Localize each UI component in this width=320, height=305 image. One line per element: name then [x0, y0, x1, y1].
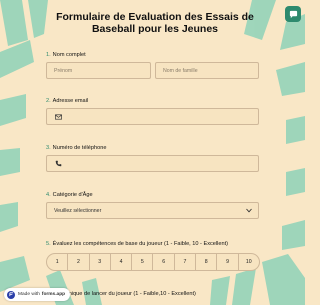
badge-brand: forms.app — [41, 292, 66, 297]
age-category-select[interactable]: Veuillez sélectionner — [46, 202, 259, 219]
question-text: Numéro de téléphone — [52, 145, 107, 151]
forms-app-logo — [7, 290, 15, 299]
rating-option-1[interactable]: 1 — [47, 254, 69, 270]
form-title: Formulaire de Evaluation des Essais de B… — [56, 11, 254, 35]
question-1-label: 1. Nom complet — [46, 52, 86, 58]
question-number: 3. — [46, 145, 51, 151]
phone-icon — [54, 160, 62, 168]
question-2-label: 2. Adresse email — [46, 98, 88, 104]
envelope-icon — [54, 113, 62, 121]
question-number: 2. — [46, 98, 51, 104]
first-name-input[interactable]: Prénom — [46, 62, 151, 79]
question-4-label: 4. Catégorie d'Âge — [46, 192, 93, 198]
question-number: 4. — [46, 192, 51, 198]
email-field[interactable] — [46, 108, 259, 125]
made-with-badge[interactable]: Made with forms.app — [4, 288, 71, 301]
phone-field[interactable] — [46, 155, 259, 172]
rating-option-9[interactable]: 9 — [217, 254, 239, 270]
rating-scale: 1 2 3 4 5 6 7 8 9 10 — [46, 253, 260, 271]
rating-option-3[interactable]: 3 — [90, 254, 111, 270]
question-5-label: 5. Évaluez les compétences de base du jou… — [46, 241, 228, 247]
question-text: Nom complet — [52, 52, 86, 58]
rating-option-10[interactable]: 10 — [239, 254, 259, 270]
rating-option-5[interactable]: 5 — [132, 254, 154, 270]
chat-icon — [289, 10, 297, 18]
rating-option-6[interactable]: 6 — [153, 254, 175, 270]
last-name-input[interactable]: Nom de famille — [155, 62, 259, 79]
question-number: 1. — [46, 52, 51, 58]
chevron-down-icon — [246, 208, 252, 213]
select-value: Veuillez sélectionner — [54, 207, 102, 214]
question-text: Catégorie d'Âge — [52, 192, 93, 198]
badge-prefix: Made with — [18, 292, 40, 297]
chat-button[interactable] — [285, 6, 301, 22]
rating-option-8[interactable]: 8 — [196, 254, 218, 270]
question-text: la technique de lancer du joueur (1 - Fa… — [52, 291, 196, 297]
question-number: 5. — [46, 241, 51, 247]
rating-option-7[interactable]: 7 — [175, 254, 197, 270]
question-text: Adresse email — [52, 98, 89, 104]
rating-option-4[interactable]: 4 — [111, 254, 133, 270]
rating-option-2[interactable]: 2 — [68, 254, 90, 270]
form-page: Formulaire de Evaluation des Essais de B… — [0, 0, 305, 305]
question-text: Évaluez les compétences de base du joueu… — [52, 241, 229, 247]
question-3-label: 3. Numéro de téléphone — [46, 145, 106, 151]
